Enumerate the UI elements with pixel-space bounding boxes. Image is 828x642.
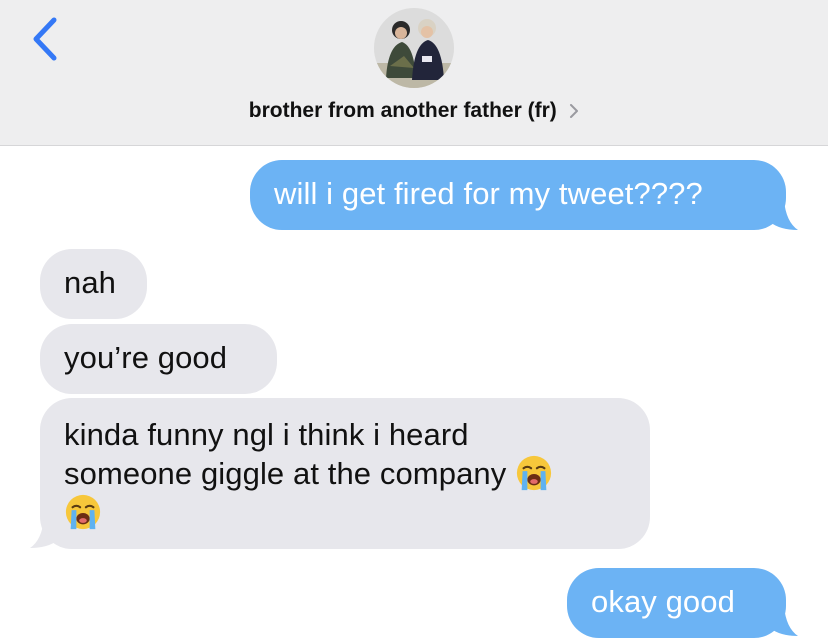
message-text-line [64,493,626,532]
message-bubble-sent[interactable]: okay good [567,568,786,638]
bubble-tail [770,606,798,636]
message-text: will i get fired for my tweet???? [274,176,703,211]
avatar-photo [374,8,454,88]
message-text: nah [64,265,117,300]
chevron-right-icon [570,104,579,118]
contact-details-button[interactable]: brother from another father (fr) [0,94,828,128]
message-bubble-received[interactable]: you’re good [40,324,277,394]
message-bubble-received[interactable]: kinda funny ngl i think i heard someone … [40,398,650,549]
message-bubble-sent[interactable]: will i get fired for my tweet???? [250,160,786,230]
chevron-left-icon [33,17,57,61]
bubble-tail [30,518,58,548]
message-text-line: someone giggle at the company [64,454,626,493]
conversation-header: brother from another father (fr) [0,0,828,146]
message-text: okay good [591,584,735,619]
message-bubble-received[interactable]: nah [40,249,147,319]
loudly-crying-face-icon [516,455,552,491]
message-text: you’re good [64,340,228,375]
message-text-line: kinda funny ngl i think i heard [64,417,469,452]
loudly-crying-face-icon [65,494,101,530]
contact-avatar[interactable] [374,8,454,88]
contact-name: brother from another father (fr) [248,99,557,122]
bubble-tail [770,200,798,230]
back-button[interactable] [26,14,66,64]
